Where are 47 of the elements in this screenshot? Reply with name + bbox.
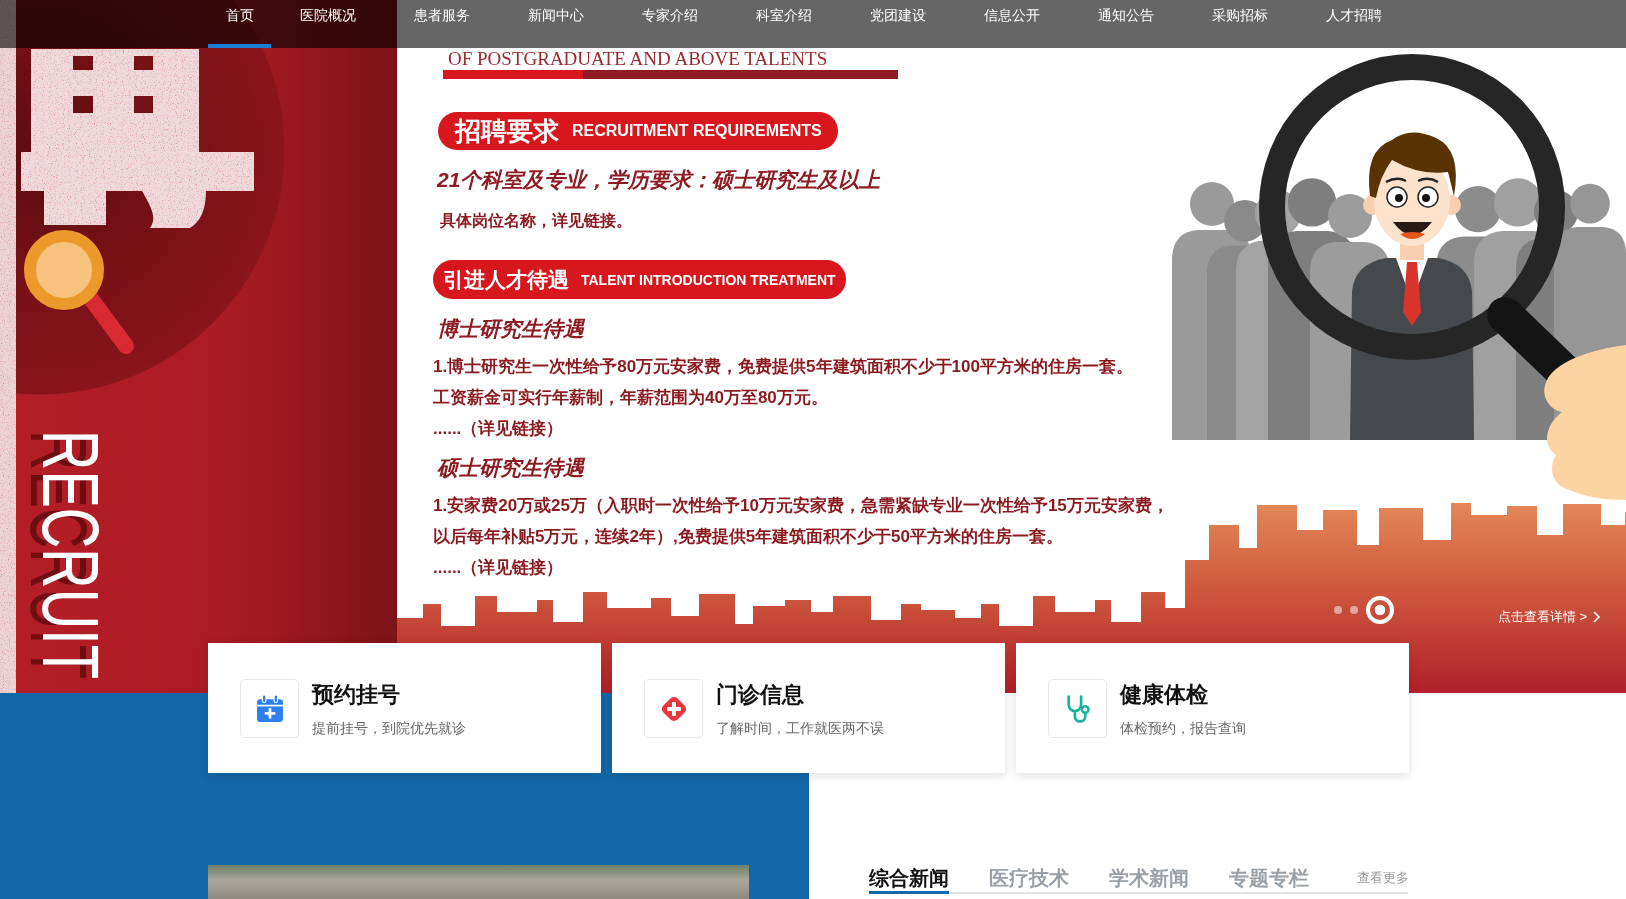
carousel-dot[interactable] — [1366, 596, 1394, 624]
service-title: 健康体检 — [1120, 681, 1208, 709]
section-title: 引进人才待遇 — [443, 266, 569, 293]
body-text: 1.安家费20万或25万（入职时一次性给予10万元安家费，急需紧缺专业一次性给予15万元安家费， — [433, 495, 1169, 517]
medical-cross-icon — [644, 679, 703, 738]
nav-item[interactable]: 采购招标 — [1183, 0, 1297, 48]
service-subtitle: 体检预约，报告查询 — [1120, 719, 1246, 738]
nav-item[interactable]: 通知公告 — [1069, 0, 1183, 48]
more-link[interactable]: 查看更多 — [1357, 868, 1409, 888]
body-text: 1.博士研究生一次性给予80万元安家费，免费提供5年建筑面积不少于100平方米的住房一套。 — [433, 356, 1133, 378]
details-link[interactable]: 点击查看详情 > — [1498, 607, 1588, 627]
nav-item[interactable]: 患者服务 — [385, 0, 499, 48]
stethoscope-icon — [1048, 679, 1107, 738]
nav-item[interactable]: 科室介绍 — [727, 0, 841, 48]
section-title: 招聘要求 — [455, 116, 559, 146]
subheading: 博士研究生待遇 — [437, 316, 584, 342]
subheading: 硕士研究生待遇 — [437, 455, 584, 481]
calendar-icon — [240, 679, 299, 738]
body-text: ......（详见链接） — [433, 418, 564, 440]
nav-item[interactable]: 专家介绍 — [613, 0, 727, 48]
carousel-dot[interactable] — [1334, 606, 1342, 614]
nav-item[interactable]: 首页 — [208, 0, 271, 48]
magnifier-icon — [24, 230, 134, 354]
nav-item[interactable]: 信息公开 — [955, 0, 1069, 48]
service-card[interactable]: 预约挂号 提前挂号，到院优先就诊 — [208, 643, 601, 773]
service-card[interactable]: 健康体检 体检预约，报告查询 — [1016, 643, 1409, 773]
subheading: 21个科室及专业，学历要求：硕士研究生及以上 — [437, 167, 881, 193]
service-title: 预约挂号 — [312, 681, 400, 709]
nav-item[interactable]: 新闻中心 — [499, 0, 613, 48]
section-title-english: RECRUITMENT REQUIREMENTS — [572, 121, 822, 141]
body-text: 以后每年补贴5万元，连续2年）,免费提供5年建筑面积不少于50平方米的住房一套。 — [433, 526, 1063, 548]
carousel-dot[interactable] — [1350, 606, 1358, 614]
service-subtitle: 了解时间，工作就医两不误 — [716, 719, 884, 738]
banner-headline: OF POSTGRADUATE AND ABOVE TALENTS — [448, 49, 828, 69]
chevron-right-icon — [1593, 611, 1601, 623]
news-tab[interactable]: 综合新闻 — [869, 865, 949, 894]
section-title-english: TALENT INTRODUCTION TREATMENT — [581, 270, 836, 290]
body-text: ......（详见链接） — [433, 557, 564, 579]
side-label: RECRUIT — [30, 430, 110, 679]
service-title: 门诊信息 — [716, 681, 804, 709]
body-text: 工资薪金可实行年薪制，年薪范围为40万至80万元。 — [433, 387, 828, 409]
note-text: 具体岗位名称，详见链接。 — [440, 211, 632, 231]
nav-item[interactable]: 人才招聘 — [1297, 0, 1411, 48]
service-subtitle: 提前挂号，到院优先就诊 — [312, 719, 466, 738]
service-card[interactable]: 门诊信息 了解时间，工作就医两不误 — [612, 643, 1005, 773]
nav-item[interactable]: 医院概况 — [271, 0, 385, 48]
nav-item[interactable]: 党团建设 — [841, 0, 955, 48]
